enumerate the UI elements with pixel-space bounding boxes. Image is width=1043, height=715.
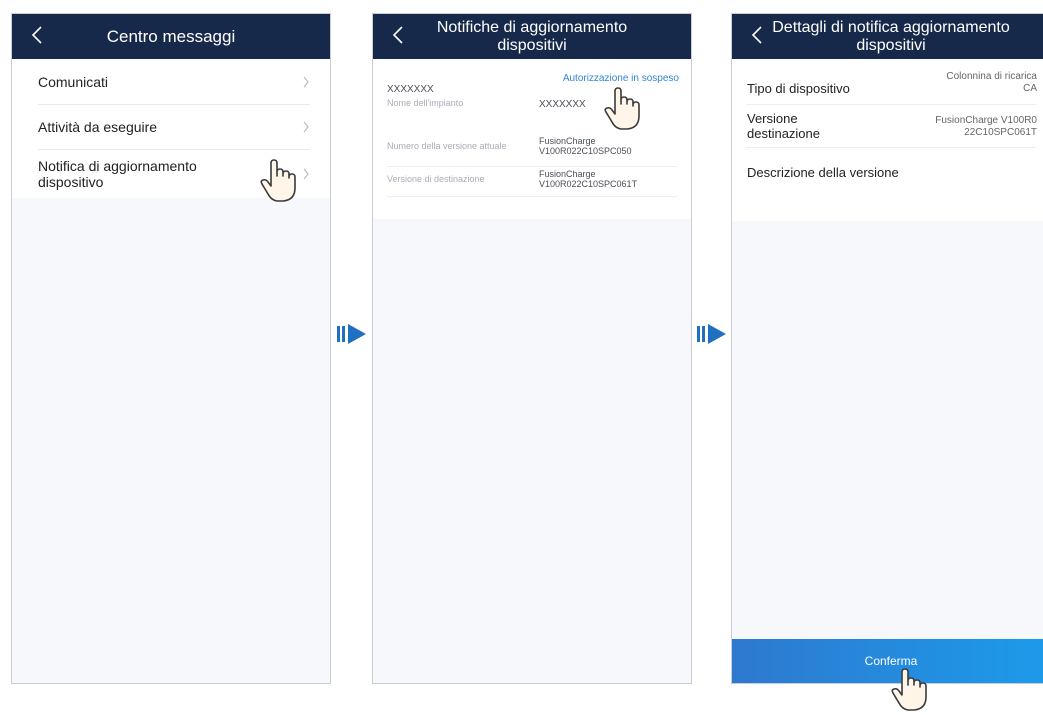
target-version-value-line1: FusionCharge V100R0 xyxy=(935,115,1037,126)
list-item-attivita[interactable]: Attività da eseguire xyxy=(38,105,310,150)
plant-name-label: Nome dell'impianto xyxy=(387,98,464,108)
version-description-label: Descrizione della versione xyxy=(747,165,899,180)
title-bar: Notifiche di aggiornamento dispositivi xyxy=(373,14,691,59)
divider xyxy=(746,104,1036,105)
flow-arrow-icon xyxy=(697,324,726,344)
back-button[interactable] xyxy=(387,21,409,49)
back-chevron-icon xyxy=(392,26,403,44)
chevron-right-icon xyxy=(303,168,309,180)
confirm-button[interactable]: Conferma xyxy=(732,639,1043,683)
back-button[interactable] xyxy=(26,21,48,49)
target-version-label-line2: destinazione xyxy=(747,126,820,141)
list-item-label: Notifica di aggiornamento dispositivo xyxy=(38,158,197,190)
phone-screen-message-center: Centro messaggi Comunicati Attività da e… xyxy=(11,13,331,684)
notification-card[interactable]: Autorizzazione in sospeso XXXXXXX Nome d… xyxy=(373,59,691,219)
message-category-list: Comunicati Attività da eseguire Notifica… xyxy=(12,59,330,198)
device-type-value-line2: CA xyxy=(1023,83,1037,94)
back-button[interactable] xyxy=(746,21,768,49)
device-name: XXXXXXX xyxy=(387,84,434,95)
plant-name-value: XXXXXXX xyxy=(539,99,586,110)
details-card: Tipo di dispositivo Colonnina di ricaric… xyxy=(732,59,1043,221)
page-title: Dettagli di notifica aggiornamento dispo… xyxy=(772,18,1010,54)
device-type-value-line1: Colonnina di ricarica xyxy=(946,71,1037,82)
device-type-label: Tipo di dispositivo xyxy=(747,81,850,96)
phone-screen-upgrade-notifications: Notifiche di aggiornamento dispositivi A… xyxy=(372,13,692,684)
back-chevron-icon xyxy=(751,26,762,44)
confirm-button-label: Conferma xyxy=(864,654,918,668)
list-item-comunicati[interactable]: Comunicati xyxy=(38,59,310,105)
chevron-right-icon xyxy=(303,76,309,87)
chevron-right-icon xyxy=(303,121,309,133)
target-version-value-line2: 22C10SPC061T xyxy=(964,127,1037,138)
divider xyxy=(746,147,1036,148)
list-item-label: Comunicati xyxy=(38,73,109,90)
current-version-value-line2: V100R022C10SPC050 xyxy=(539,146,632,156)
target-version-label-line1: Versione xyxy=(747,111,798,126)
divider xyxy=(387,196,677,197)
authorization-pending-link[interactable]: Autorizzazione in sospeso xyxy=(563,73,679,84)
page-title: Centro messaggi xyxy=(106,26,236,46)
list-item-device-upgrade-notification[interactable]: Notifica di aggiornamento dispositivo xyxy=(38,150,310,198)
phone-screen-upgrade-details: Dettagli di notifica aggiornamento dispo… xyxy=(731,13,1043,684)
target-version-value-line2: V100R022C10SPC061T xyxy=(539,179,638,189)
divider xyxy=(387,166,677,167)
current-version-label: Numero della versione attuale xyxy=(387,141,507,151)
current-version-value-line1: FusionCharge xyxy=(539,136,596,146)
target-version-value-line1: FusionCharge xyxy=(539,169,596,179)
page-title: Notifiche di aggiornamento dispositivi xyxy=(436,18,628,54)
title-bar: Centro messaggi xyxy=(12,14,330,59)
flow-arrow-icon xyxy=(337,324,366,344)
list-item-label: Attività da eseguire xyxy=(38,119,158,135)
target-version-label: Versione di destinazione xyxy=(387,174,485,184)
back-chevron-icon xyxy=(31,26,42,44)
title-bar: Dettagli di notifica aggiornamento dispo… xyxy=(732,14,1043,59)
